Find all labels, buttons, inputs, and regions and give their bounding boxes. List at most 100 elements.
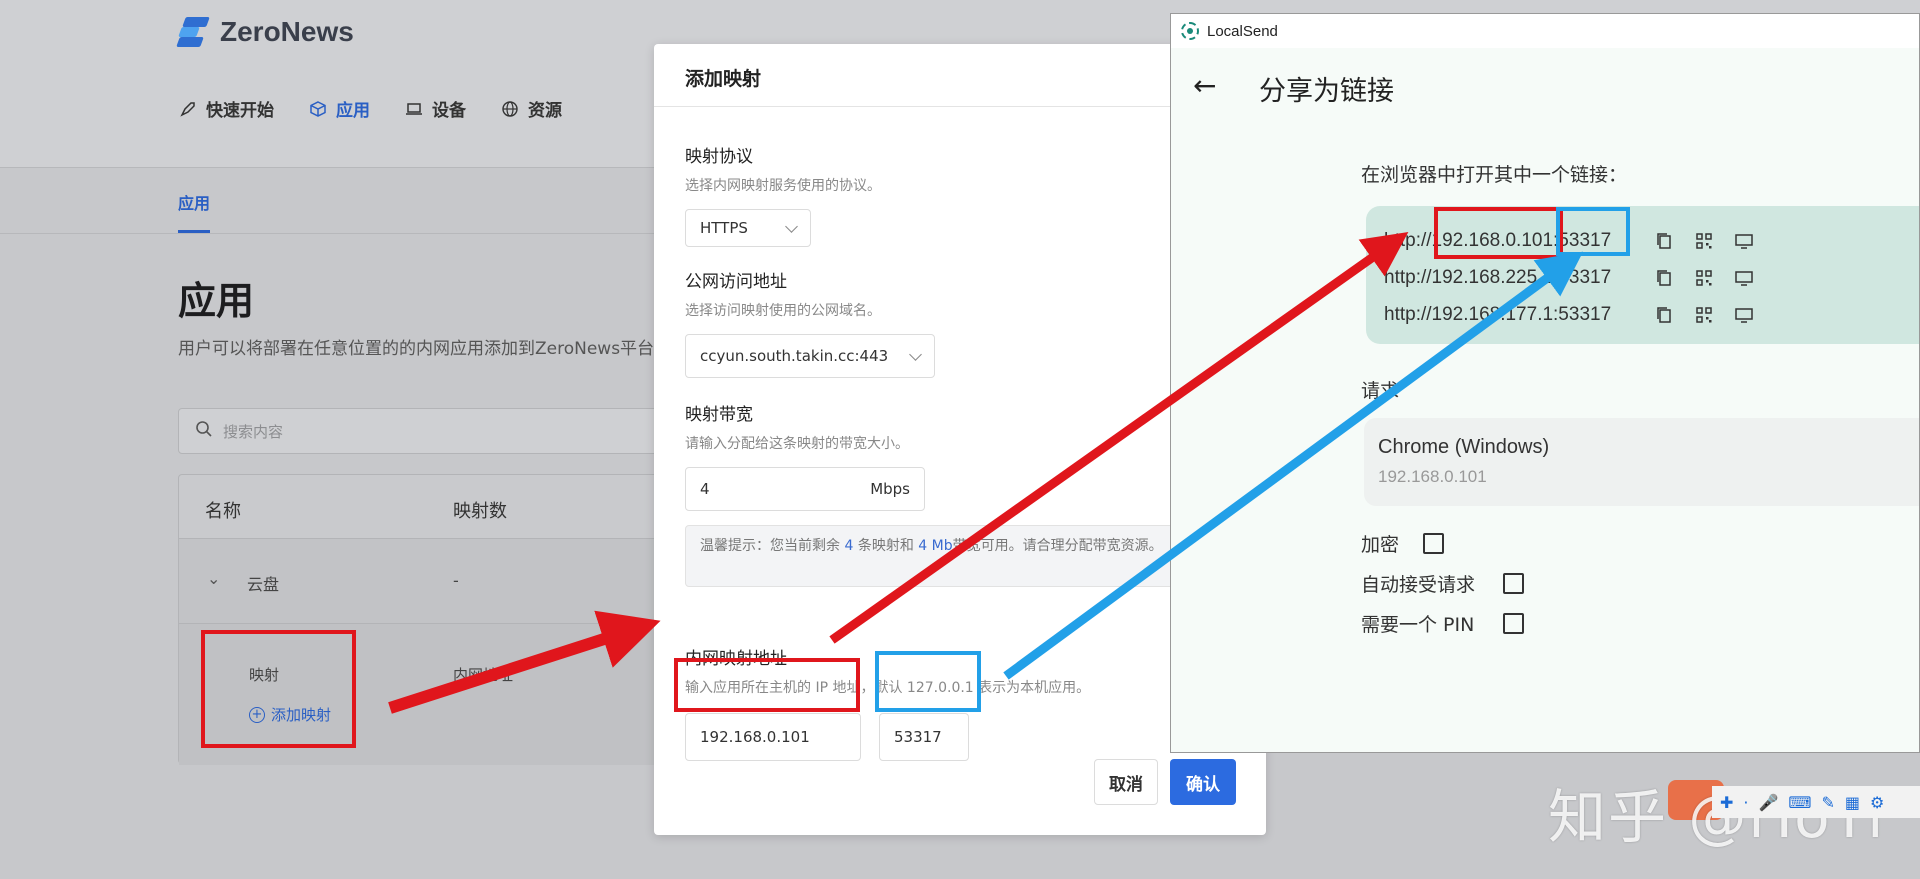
port-input[interactable]: 53317 xyxy=(879,713,969,761)
share-links-panel: http://192.168.0.101:53317 http://192.16… xyxy=(1366,206,1919,344)
tip-mid: 条映射和 xyxy=(857,538,914,554)
zeronews-logo[interactable]: ZeroNews xyxy=(176,16,354,48)
qr-code-icon[interactable] xyxy=(1684,232,1724,249)
bandwidth-help: 请输入分配给这条映射的带宽大小。 xyxy=(685,436,909,452)
grid-icon[interactable]: ▦ xyxy=(1845,793,1860,812)
monitor-icon[interactable] xyxy=(1724,307,1764,323)
require-pin-checkbox[interactable] xyxy=(1503,613,1524,634)
bandwidth-unit: Mbps xyxy=(870,480,910,498)
share-link[interactable]: http://192.168.177.1:53317 xyxy=(1384,304,1644,326)
domain-value: ccyun.south.takin.cc:443 xyxy=(700,347,889,365)
qr-code-icon[interactable] xyxy=(1684,269,1724,286)
requests-title: 请求 xyxy=(1361,380,1400,402)
option-label: 加密 xyxy=(1361,534,1400,556)
tip-prefix: 温馨提示：您当前剩余 xyxy=(700,538,840,554)
chevron-down-icon[interactable]: ⌄ xyxy=(207,569,220,588)
column-header-name: 名称 xyxy=(205,501,241,522)
bandwidth-label: 映射带宽 xyxy=(685,405,753,425)
ip-input[interactable]: 192.168.0.101 xyxy=(685,713,861,761)
request-ip: 192.168.0.101 xyxy=(1378,467,1487,486)
tip-suffix: 带宽可用。请合理分配带宽资源。 xyxy=(952,538,1163,554)
search-icon xyxy=(195,420,213,442)
domain-select[interactable]: ccyun.south.takin.cc:443 xyxy=(685,334,935,378)
column-header-count: 映射数 xyxy=(453,501,507,522)
localsend-titlebar: LocalSend xyxy=(1171,14,1919,48)
nav-item-label: 设备 xyxy=(432,101,466,121)
add-mapping-label: 添加映射 xyxy=(271,706,332,724)
domain-label: 公网访问地址 xyxy=(685,272,787,292)
bandwidth-input[interactable]: 4 Mbps xyxy=(685,467,925,511)
monitor-icon[interactable] xyxy=(1724,270,1764,286)
address-help: 输入应用所在主机的 IP 地址，默认 127.0.0.1 表示为本机应用。 xyxy=(685,680,1091,696)
confirm-button[interactable]: 确认 xyxy=(1170,759,1236,805)
nav-item-label: 资源 xyxy=(528,101,562,121)
tip-maps: 4 xyxy=(844,538,854,554)
plus-icon[interactable]: ✚ xyxy=(1720,793,1733,812)
microphone-icon[interactable]: 🎤 xyxy=(1759,793,1779,812)
brush-icon[interactable]: ✎ xyxy=(1822,793,1835,812)
qr-code-icon[interactable] xyxy=(1684,306,1724,323)
nav-item-apps[interactable]: 应用 xyxy=(308,96,370,121)
share-link-row: http://192.168.177.1:53317 xyxy=(1384,296,1919,333)
share-link-row: http://192.168.0.101:53317 xyxy=(1384,222,1919,259)
localsend-page-title: 分享为链接 xyxy=(1259,76,1394,107)
dot-icon[interactable]: · xyxy=(1743,793,1748,812)
copy-icon[interactable] xyxy=(1644,306,1684,324)
auto-accept-checkbox[interactable] xyxy=(1503,573,1524,594)
row-count: - xyxy=(453,571,459,590)
share-link[interactable]: http://192.168.225.1:53317 xyxy=(1384,267,1644,289)
chevron-down-icon xyxy=(909,347,922,361)
chevron-down-icon xyxy=(785,219,798,233)
option-require-pin[interactable]: 需要一个 PIN xyxy=(1361,610,1524,637)
bandwidth-value: 4 xyxy=(700,480,710,498)
share-link[interactable]: http://192.168.0.101:53317 xyxy=(1384,230,1644,252)
copy-icon[interactable] xyxy=(1644,232,1684,250)
nav-item-quickstart[interactable]: 快速开始 xyxy=(178,96,274,121)
protocol-select[interactable]: HTTPS xyxy=(685,209,811,247)
zeronews-brand: ZeroNews xyxy=(220,16,354,47)
option-auto-accept[interactable]: 自动接受请求 xyxy=(1361,570,1524,597)
address-label: 内网映射地址 xyxy=(685,649,787,669)
row-name: 云盘 xyxy=(247,575,280,594)
zeronews-logo-icon xyxy=(176,17,212,47)
system-tray: ✚ · 🎤 ⌨ ✎ ▦ ⚙ xyxy=(1712,786,1920,818)
monitor-icon[interactable] xyxy=(1724,233,1764,249)
share-link-row: http://192.168.225.1:53317 xyxy=(1384,259,1919,296)
links-hint: 在浏览器中打开其中一个链接： xyxy=(1361,164,1628,186)
internal-address-label: 内网地址 xyxy=(453,666,514,684)
localsend-app-icon xyxy=(1181,22,1199,40)
protocol-label: 映射协议 xyxy=(685,147,753,167)
protocol-value: HTTPS xyxy=(700,219,748,237)
copy-icon[interactable] xyxy=(1644,269,1684,287)
nav-item-resources[interactable]: 资源 xyxy=(500,96,562,121)
nav-item-devices[interactable]: 设备 xyxy=(404,96,466,121)
encryption-checkbox[interactable] xyxy=(1423,533,1444,554)
laptop-icon xyxy=(404,99,424,119)
settings-icon[interactable]: ⚙ xyxy=(1870,793,1884,812)
request-card[interactable]: Chrome (Windows) 192.168.0.101 xyxy=(1364,418,1919,506)
keyboard-icon[interactable]: ⌨ xyxy=(1788,793,1811,812)
nav-item-label: 应用 xyxy=(336,101,370,121)
option-encryption[interactable]: 加密 xyxy=(1361,530,1444,557)
address-inputs: 192.168.0.101 53317 xyxy=(685,713,1090,761)
add-circle-icon: + xyxy=(249,706,265,723)
rocket-icon xyxy=(178,99,198,119)
search-placeholder: 搜索内容 xyxy=(223,422,284,441)
nav-item-label: 快速开始 xyxy=(206,101,274,121)
cube-icon xyxy=(308,99,328,119)
mapping-label: 映射 xyxy=(249,666,280,684)
quota-tip: 温馨提示：您当前剩余 4 条映射和 4 Mb带宽可用。请合理分配带宽资源。 xyxy=(685,525,1225,587)
add-mapping-link[interactable]: + 添加映射 xyxy=(249,704,331,725)
dialog-footer: 取消 确认 xyxy=(1094,759,1236,805)
window-title: LocalSend xyxy=(1207,22,1278,40)
globe-icon xyxy=(500,99,520,119)
cancel-button[interactable]: 取消 xyxy=(1094,759,1158,805)
tip-bw: 4 Mb xyxy=(918,538,953,554)
protocol-help: 选择内网映射服务使用的协议。 xyxy=(685,178,881,194)
back-arrow-icon[interactable]: ← xyxy=(1193,69,1216,102)
tab-apps[interactable]: 应用 xyxy=(178,190,211,233)
request-client: Chrome (Windows) xyxy=(1378,436,1550,458)
page-description: 用户可以将部署在任意位置的的内网应用添加到ZeroNews平台 xyxy=(178,339,655,359)
option-label: 需要一个 PIN xyxy=(1361,614,1475,636)
localsend-window: LocalSend ← 分享为链接 在浏览器中打开其中一个链接： http://… xyxy=(1170,13,1920,753)
